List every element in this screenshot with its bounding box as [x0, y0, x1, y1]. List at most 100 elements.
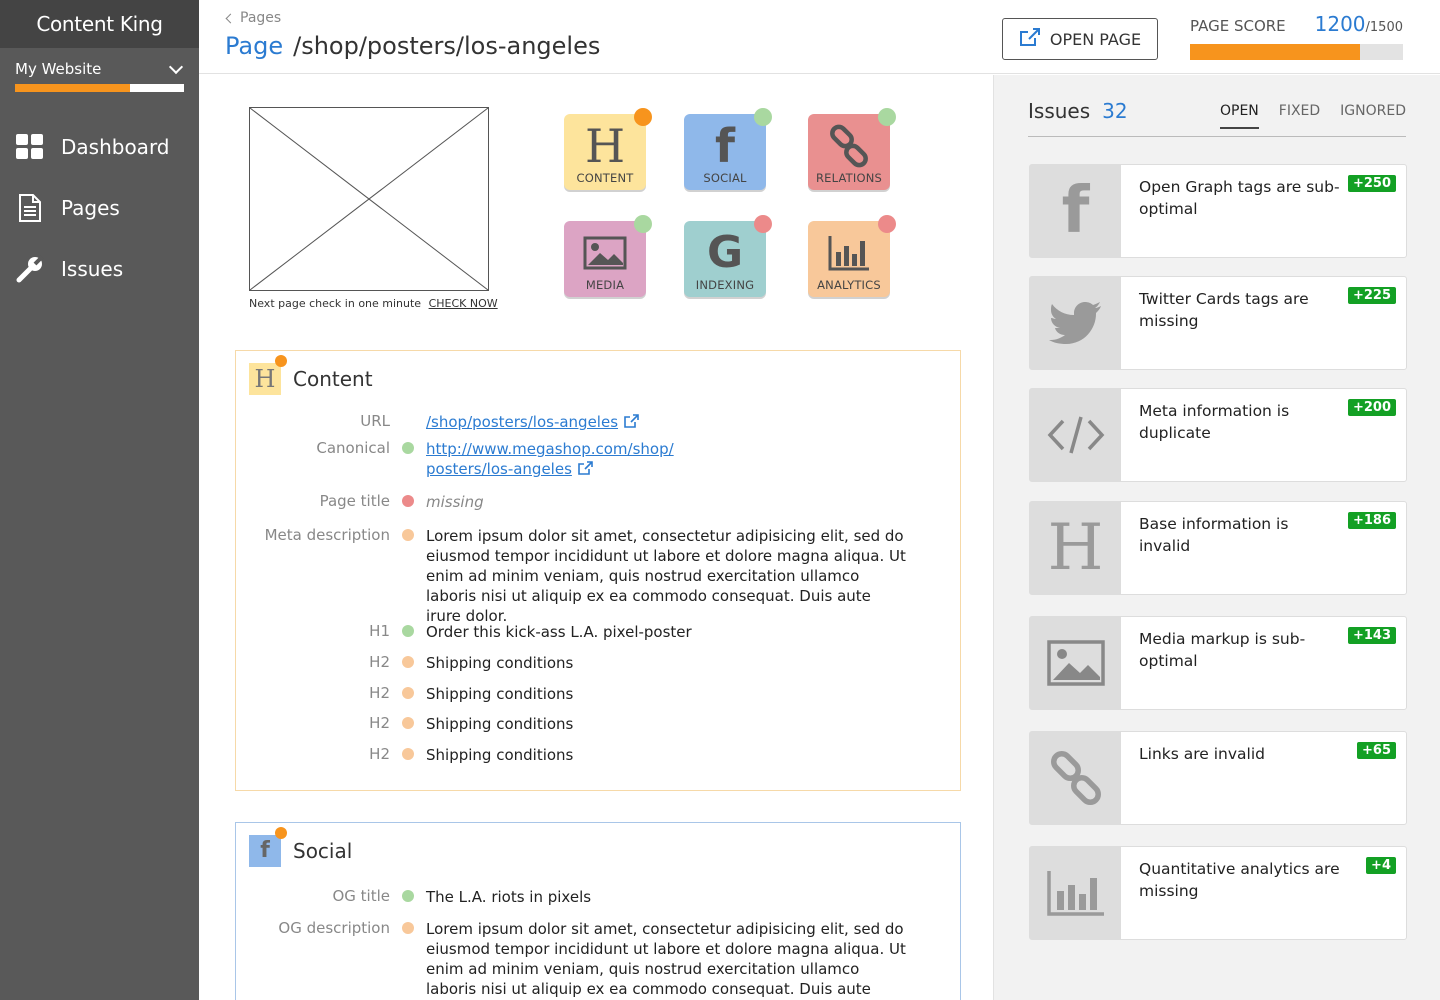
heading-label: H2 — [369, 653, 390, 671]
issue-card-media-markup[interactable]: Media markup is sub-optimal +143 — [1029, 616, 1407, 710]
heading-row: H2 Shipping conditions — [236, 653, 960, 673]
main-content: Next page check in one minute CHECK NOW … — [199, 75, 993, 1000]
breadcrumb-pages[interactable]: Pages — [240, 10, 281, 26]
sidebar-item-dashboard[interactable]: Dashboard — [0, 116, 199, 177]
page-score-value: 1200/1500 — [1315, 12, 1403, 36]
status-dot-warn — [402, 529, 414, 541]
page-title-row: Page title missing — [236, 492, 960, 512]
status-dot — [402, 748, 414, 760]
heading-value: Shipping conditions — [426, 746, 574, 764]
meta-description-label: Meta description — [264, 526, 390, 544]
heading-value: Shipping conditions — [426, 654, 574, 672]
check-now-link[interactable]: CHECK NOW — [429, 297, 498, 310]
meta-description-row: Meta description Lorem ipsum dolor sit a… — [236, 526, 960, 626]
next-check-info: Next page check in one minute CHECK NOW — [249, 297, 498, 310]
chevron-left-icon — [225, 13, 236, 23]
heading-label: H2 — [369, 714, 390, 732]
image-icon — [1030, 617, 1121, 709]
tile-label: MEDIA — [585, 278, 625, 292]
wrench-icon — [16, 255, 44, 283]
page-score-label: PAGE SCORE — [1190, 17, 1286, 35]
tile-analytics[interactable]: ANALYTICS — [808, 215, 896, 297]
status-dot — [402, 717, 414, 729]
issue-points-badge: +200 — [1347, 399, 1396, 416]
open-page-label: OPEN PAGE — [1049, 29, 1142, 49]
bar-chart-icon — [1030, 847, 1121, 939]
status-dot — [634, 108, 652, 126]
tile-media[interactable]: MEDIA — [564, 215, 652, 297]
page-score-bar — [1190, 44, 1403, 60]
issue-card-twitter-cards[interactable]: Twitter Cards tags are missing +225 — [1029, 276, 1407, 370]
page-score: PAGE SCORE 1200/1500 — [1190, 12, 1403, 60]
issue-text: Open Graph tags are sub-optimal — [1139, 178, 1340, 218]
chain-link-icon — [808, 120, 890, 172]
heading-row: H2 Shipping conditions — [236, 745, 960, 765]
issue-text: Links are invalid — [1139, 745, 1265, 763]
content-panel-title: Content — [293, 367, 373, 391]
tile-label: ANALYTICS — [817, 278, 881, 292]
sidebar-item-pages[interactable]: Pages — [0, 177, 199, 238]
tile-social[interactable]: f SOCIAL — [684, 108, 772, 190]
canonical-line-2[interactable]: posters/los-angeles — [426, 460, 572, 478]
issue-text: Meta information is duplicate — [1139, 402, 1290, 442]
heading-label: H1 — [369, 622, 390, 640]
social-panel: f Social OG title The L.A. riots in pixe… — [235, 822, 961, 1000]
heading-row: H1 Order this kick-ass L.A. pixel-poster — [236, 622, 960, 642]
score-current: 1200 — [1314, 12, 1366, 36]
issue-card-links-invalid[interactable]: Links are invalid +65 — [1029, 731, 1407, 825]
sidebar-item-issues[interactable]: Issues — [0, 238, 199, 299]
breadcrumb[interactable]: Pages — [225, 10, 281, 26]
twitter-icon — [1030, 277, 1121, 369]
status-dot-ok — [402, 442, 414, 454]
url-link[interactable]: /shop/posters/los-angeles — [426, 412, 906, 433]
status-dot — [878, 215, 896, 233]
content-panel: H Content URL /shop/posters/los-angeles … — [235, 350, 961, 791]
tile-relations[interactable]: RELATIONS — [808, 108, 896, 190]
heading-label: H2 — [369, 745, 390, 763]
tile-content[interactable]: H CONTENT — [564, 108, 652, 190]
code-icon — [1030, 389, 1121, 481]
page-screenshot-placeholder — [249, 107, 489, 291]
tile-indexing[interactable]: G INDEXING — [684, 215, 772, 297]
issue-points-badge: +225 — [1347, 287, 1396, 304]
heading-value: Shipping conditions — [426, 685, 574, 703]
url-value[interactable]: /shop/posters/los-angeles — [426, 413, 618, 431]
site-selector[interactable]: My Website — [0, 48, 199, 92]
bar-chart-icon — [808, 227, 890, 279]
external-link-icon[interactable] — [578, 460, 593, 480]
google-icon: G — [706, 227, 744, 278]
page-title: Page/shop/posters/los-angeles — [225, 32, 600, 60]
page-title-value: missing — [426, 493, 484, 511]
issue-points-badge: +65 — [1357, 742, 1396, 759]
url-label: URL — [360, 412, 390, 430]
issue-card-open-graph[interactable]: f Open Graph tags are sub-optimal +250 — [1029, 164, 1407, 258]
page-title-label: Page title — [319, 492, 390, 510]
issue-card-meta-duplicate[interactable]: Meta information is duplicate +200 — [1029, 388, 1407, 482]
facebook-icon: f — [249, 827, 287, 867]
heading-label: H2 — [369, 684, 390, 702]
og-description-value: Lorem ipsum dolor sit amet, consectetur … — [426, 920, 906, 998]
tile-label: RELATIONS — [815, 171, 883, 185]
tab-ignored[interactable]: IGNORED — [1340, 103, 1406, 129]
tab-open[interactable]: OPEN — [1219, 103, 1259, 129]
issue-text: Base information is invalid — [1139, 515, 1289, 555]
issue-card-base-invalid[interactable]: H Base information is invalid +186 — [1029, 501, 1407, 595]
status-dot — [402, 656, 414, 668]
canonical-line-1[interactable]: http://www.megashop.com/shop/ — [426, 440, 674, 458]
canonical-row: Canonical http://www.megashop.com/shop/p… — [236, 439, 960, 480]
og-description-label: OG description — [278, 919, 390, 937]
status-dot — [402, 625, 414, 637]
status-dot-warn — [402, 922, 414, 934]
open-page-button[interactable]: OPEN PAGE — [1002, 18, 1158, 60]
canonical-link[interactable]: http://www.megashop.com/shop/posters/los… — [426, 439, 906, 480]
sidebar-item-label: Issues — [61, 256, 124, 281]
status-dot-ok — [402, 890, 414, 902]
dashboard-icon — [16, 133, 44, 161]
external-link-icon[interactable] — [624, 413, 639, 433]
heading-icon: H — [249, 355, 287, 395]
tile-label: INDEXING — [695, 278, 755, 292]
issues-tabs: OPEN FIXED IGNORED — [1219, 103, 1406, 129]
issue-points-badge: +143 — [1347, 627, 1396, 644]
issue-card-analytics-missing[interactable]: Quantitative analytics are missing +4 — [1029, 846, 1407, 940]
tab-fixed[interactable]: FIXED — [1279, 103, 1320, 129]
